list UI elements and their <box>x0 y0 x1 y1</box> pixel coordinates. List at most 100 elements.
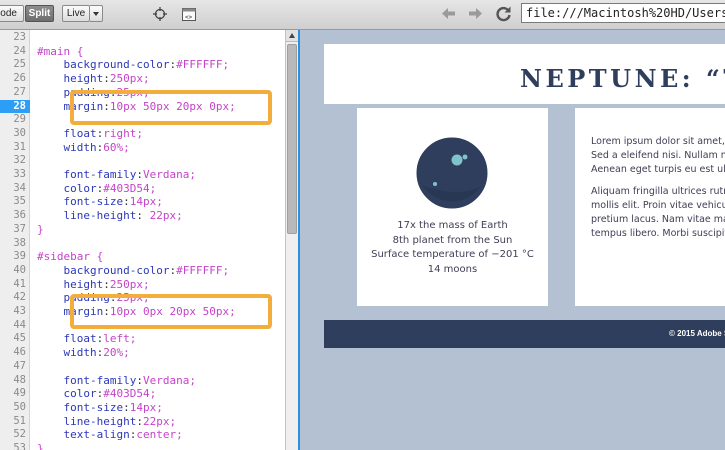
code-line[interactable]: 41 height:250px; <box>0 278 285 292</box>
line-number: 37 <box>13 222 26 235</box>
inspect-icon[interactable]: <> <box>182 8 196 21</box>
line-number: 42 <box>13 291 26 304</box>
code-text: background-color:#FFFFFF; <box>63 263 230 277</box>
line-number: 48 <box>13 373 26 386</box>
split-view-button[interactable]: Split <box>25 5 54 22</box>
line-number: 24 <box>13 44 26 57</box>
line-number: 35 <box>13 195 26 208</box>
code-line[interactable]: 48 font-family:Verdana; <box>0 374 285 388</box>
main-card: Lorem ipsum dolor sit amet, c Sed a elei… <box>575 108 725 306</box>
code-text: } <box>37 442 44 450</box>
text-line: Aliquam fringilla ultrices rutru <box>591 186 725 197</box>
code-line[interactable]: 23 <box>0 31 285 45</box>
line-number: 29 <box>13 113 26 126</box>
code-line[interactable]: 52 text-align:center; <box>0 428 285 442</box>
code-text: font-size:14px; <box>63 400 163 414</box>
line-number: 53 <box>13 442 26 450</box>
code-line[interactable]: 53} <box>0 442 285 450</box>
fact-temperature: Surface temperature of −201 °C <box>371 249 534 260</box>
target-icon[interactable] <box>153 7 167 21</box>
highlight-box-main-margin <box>70 90 272 125</box>
line-number: 40 <box>13 263 26 276</box>
code-line[interactable]: 24 #main { <box>0 45 285 59</box>
code-text: width:20%; <box>63 346 130 360</box>
code-text: #sidebar { <box>37 250 104 264</box>
refresh-icon[interactable] <box>495 5 512 22</box>
code-line[interactable]: 36 line-height: 22px; <box>0 209 285 223</box>
code-text: line-height:22px; <box>63 414 177 428</box>
code-line[interactable]: 33 font-family:Verdana; <box>0 168 285 182</box>
code-text: background-color:#FFFFFF; <box>63 58 230 72</box>
live-view-dropdown[interactable] <box>90 5 103 22</box>
line-number: 50 <box>13 400 26 413</box>
code-text: } <box>37 222 44 236</box>
toolbar: Code Split Live <> file:///Macintosh%20H… <box>0 0 725 30</box>
scroll-up-arrow-icon[interactable] <box>286 30 298 42</box>
code-line[interactable]: 30 float:right; <box>0 127 285 141</box>
fact-mass: 17x the mass of Earth <box>397 220 508 231</box>
line-number: 33 <box>13 168 26 180</box>
code-text: color:#403D54; <box>63 387 157 401</box>
line-number: 27 <box>13 85 26 98</box>
text-line: Sed a eleifend nisi. Nullam no <box>591 150 725 161</box>
code-line[interactable]: 46 width:20%; <box>0 346 285 360</box>
code-text: width:60%; <box>63 140 130 154</box>
code-line[interactable]: 51 line-height:22px; <box>0 415 285 429</box>
line-number: 45 <box>13 332 26 345</box>
line-number: 30 <box>13 126 26 139</box>
highlight-box-sidebar-margin <box>70 294 272 329</box>
code-text: #main { <box>37 44 84 58</box>
line-number: 26 <box>13 72 26 85</box>
neptune-planet-icon <box>416 137 488 209</box>
code-line[interactable]: 49 color:#403D54; <box>0 387 285 401</box>
code-text: font-family:Verdana; <box>63 168 196 181</box>
code-text: float:left; <box>63 332 137 346</box>
line-number: 28 <box>0 99 30 114</box>
svg-text:<>: <> <box>185 14 193 21</box>
code-text: height:250px; <box>63 277 150 291</box>
code-line[interactable]: 31 width:60%; <box>0 141 285 155</box>
site-title: NEPTUNE: “Th <box>520 64 725 93</box>
code-scrollbar[interactable] <box>285 30 298 450</box>
url-field[interactable]: file:///Macintosh%20HD/Users/plant/Dro <box>521 3 725 23</box>
line-number: 47 <box>13 359 26 372</box>
main-text: Lorem ipsum dolor sit amet, c Sed a elei… <box>591 135 725 249</box>
footer-copyright: © 2015 Adobe St <box>669 329 725 338</box>
code-line[interactable]: 32 <box>0 154 285 168</box>
line-number: 43 <box>13 305 26 317</box>
code-text: float:right; <box>63 126 144 140</box>
line-number: 41 <box>13 277 26 290</box>
paragraph-2: Aliquam fringilla ultrices rutru mollis … <box>591 185 725 241</box>
scroll-thumb[interactable] <box>287 44 297 234</box>
code-view-button[interactable]: Code <box>0 5 24 22</box>
code-text: font-size:14px; <box>63 195 163 209</box>
site-footer: © 2015 Adobe St <box>324 320 725 348</box>
live-view-button[interactable]: Live <box>62 5 90 22</box>
text-line: Aenean eget turpis eu est ulla <box>591 164 725 175</box>
planet-facts: 17x the mass of Earth 8th planet from th… <box>357 219 548 277</box>
code-line[interactable]: 40 background-color:#FFFFFF; <box>0 264 285 278</box>
code-text: text-align:center; <box>63 428 183 442</box>
back-arrow-icon[interactable] <box>441 6 456 21</box>
code-line[interactable]: 37} <box>0 223 285 237</box>
code-line[interactable]: 47 <box>0 360 285 374</box>
fact-order: 8th planet from the Sun <box>392 234 513 246</box>
line-number: 34 <box>13 181 26 194</box>
code-line[interactable]: 50 font-size:14px; <box>0 401 285 415</box>
forward-arrow-icon[interactable] <box>468 6 483 21</box>
code-text: line-height: 22px; <box>63 209 183 223</box>
text-line: mollis elit. Proin vitae vehicula <box>591 200 725 211</box>
code-line[interactable]: 35 font-size:14px; <box>0 195 285 209</box>
code-line[interactable]: 34 color:#403D54; <box>0 182 285 196</box>
code-text: font-family:Verdana; <box>63 373 196 387</box>
code-line[interactable]: 45 float:left; <box>0 332 285 346</box>
line-number: 38 <box>13 236 26 249</box>
code-line[interactable]: 39 #sidebar { <box>0 250 285 264</box>
code-editor[interactable]: 23 24 #main {25 background-color:#FFFFFF; 2… <box>0 30 285 450</box>
code-line[interactable]: 26 height:250px; <box>0 72 285 86</box>
line-number: 49 <box>13 387 26 400</box>
code-line[interactable]: 25 background-color:#FFFFFF; <box>0 58 285 72</box>
line-number: 31 <box>13 140 26 153</box>
sidebar-card: 17x the mass of Earth 8th planet from th… <box>357 108 548 306</box>
code-line[interactable]: 38 <box>0 237 285 251</box>
